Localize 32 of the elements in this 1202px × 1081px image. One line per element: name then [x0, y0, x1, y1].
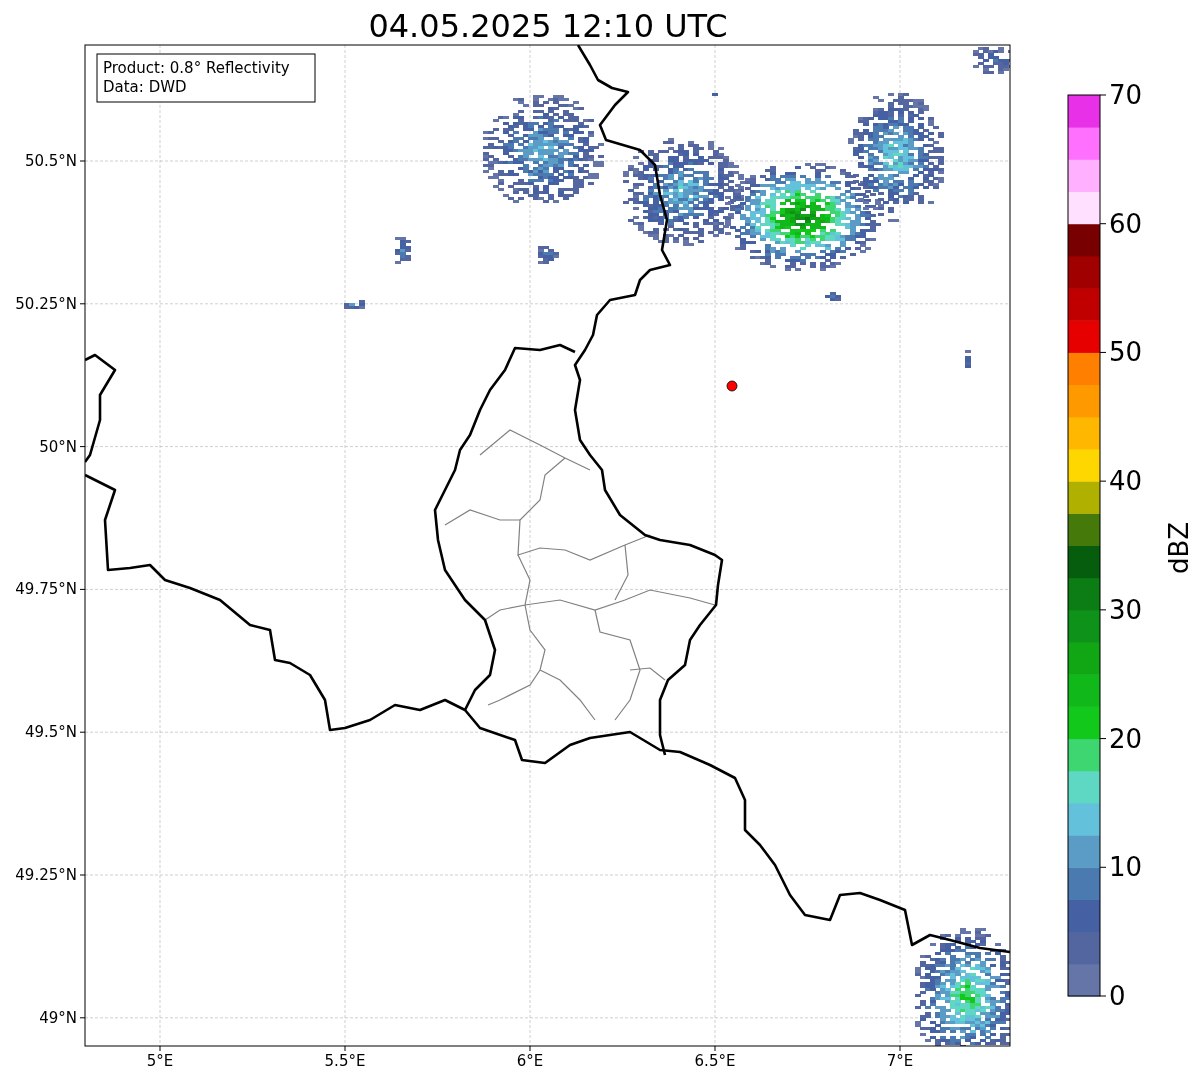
chart-title: 04.05.2025 12:10 UTC [368, 7, 728, 45]
longitude-label: 6.5°E [694, 1052, 736, 1070]
latitude-label: 50.5°N [24, 152, 77, 170]
info-text: Data: DWD [103, 78, 187, 96]
colorbar-tick-label: 60 [1109, 208, 1143, 239]
colorbar-tick-label: 20 [1109, 723, 1143, 754]
radar-echo [712, 93, 718, 96]
colorbar-tick-label: 50 [1109, 337, 1143, 368]
latitude-label: 49.25°N [15, 866, 77, 884]
radar-echo [965, 350, 971, 368]
longitude-label: 6°E [516, 1052, 544, 1070]
radar-echo [395, 237, 411, 264]
radar-echo [344, 300, 365, 309]
colorbar-tick-label: 0 [1109, 981, 1126, 1011]
latitude-label: 50.25°N [15, 294, 77, 313]
latitude-label: 49°N [39, 1008, 77, 1027]
colorbar-tick-label: 70 [1109, 80, 1143, 110]
colorbar-label: dBZ [1164, 521, 1194, 575]
latitude-label: 49.75°N [15, 580, 77, 599]
colorbar-tick-label: 40 [1109, 466, 1143, 497]
latitude-label: 49.5°N [24, 723, 77, 742]
longitude-label: 5°E [146, 1052, 174, 1070]
latitude-label: 50°N [39, 437, 77, 456]
longitude-label: 7°E [886, 1052, 914, 1070]
radar-site-marker [726, 380, 738, 392]
info-text: Product: 0.8° Reflectivity [103, 59, 290, 77]
colorbar-tick-label: 30 [1109, 594, 1143, 625]
colorbar-tick-label: 10 [1109, 852, 1143, 883]
radar-echo [538, 246, 559, 264]
radar-echo [973, 47, 1010, 74]
radar-echo [825, 292, 841, 301]
longitude-label: 5.5°E [324, 1052, 366, 1070]
